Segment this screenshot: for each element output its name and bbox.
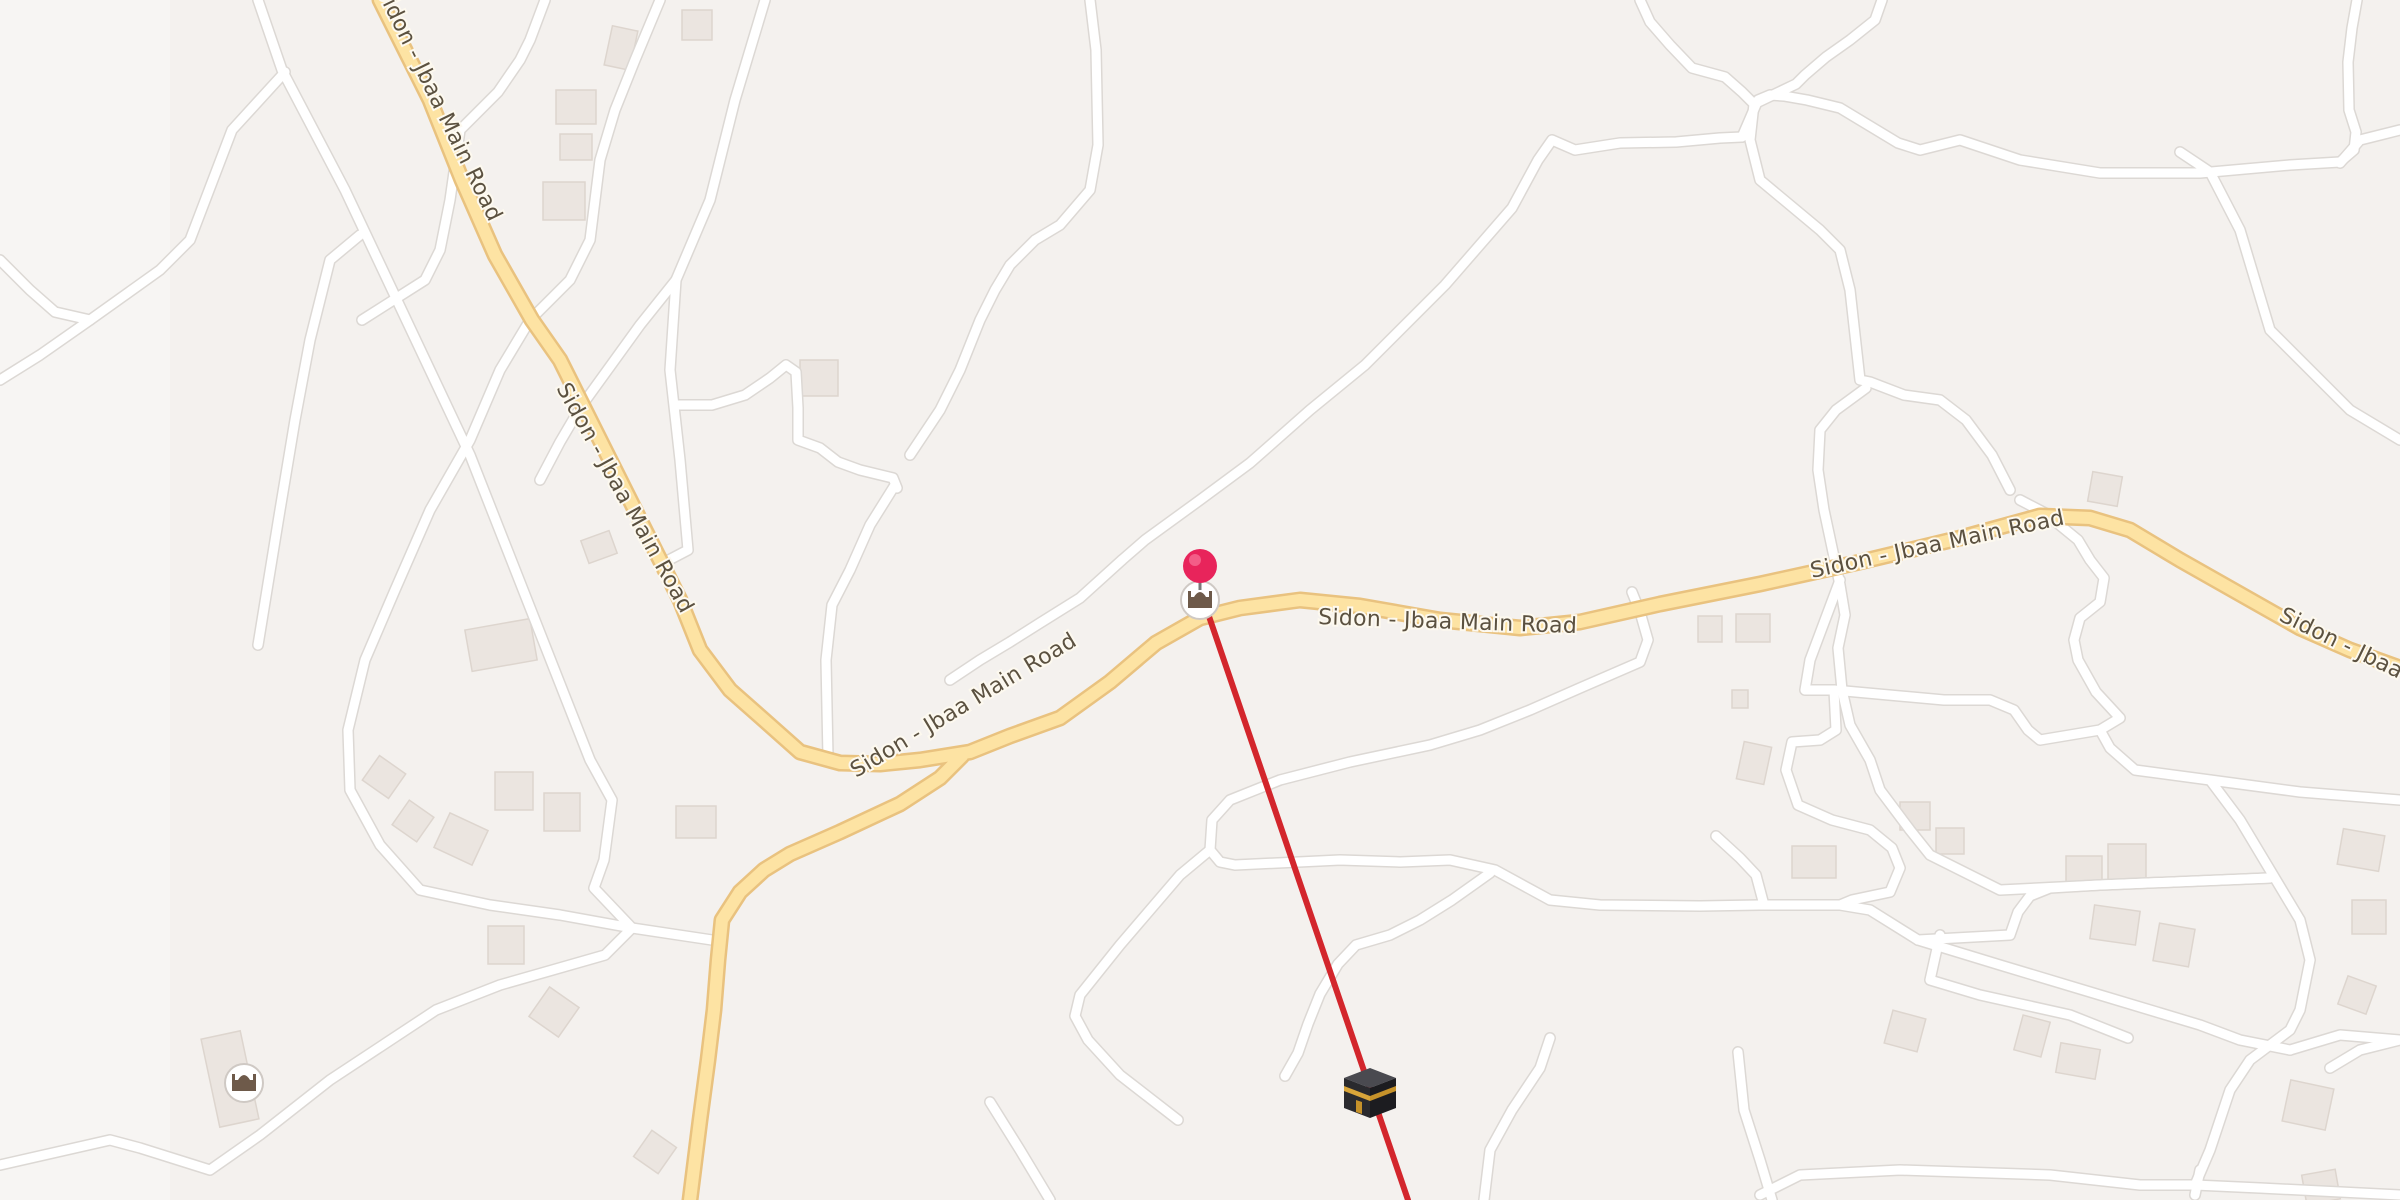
building [555,89,597,125]
map-canvas[interactable]: Sidon - Jbaa Main Road Sidon - Jbaa Main… [0,0,2400,1200]
building [2054,1041,2102,1081]
minor-road [2190,1165,2205,1200]
building [1697,615,1723,643]
building [1791,845,1837,879]
building [2281,1078,2335,1132]
building [2351,899,2387,935]
kaaba-icon[interactable] [1344,1068,1396,1118]
building [543,792,581,832]
building [2152,922,2196,968]
building [1731,689,1749,709]
building [1935,827,1965,855]
building [675,805,717,839]
building [799,359,839,397]
building [494,771,534,811]
building [542,181,586,221]
mosque-icon[interactable] [224,1063,264,1103]
building [2086,470,2124,508]
building [681,9,713,41]
building [1735,613,1771,643]
building [559,133,593,161]
building [2089,904,2141,946]
building [2336,827,2386,873]
building [487,925,525,965]
map-left-shade [0,0,170,1200]
